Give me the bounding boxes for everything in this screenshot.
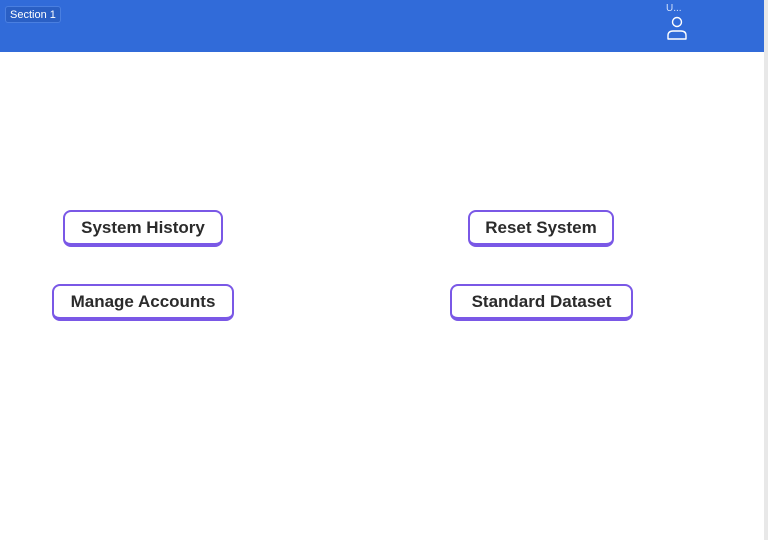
user-label: U... (666, 3, 682, 14)
user-menu[interactable]: U... (664, 2, 690, 42)
standard-dataset-button[interactable]: Standard Dataset (450, 284, 633, 321)
system-history-button[interactable]: System History (63, 210, 223, 247)
reset-system-button[interactable]: Reset System (468, 210, 614, 247)
top-bar: Section 1 U... (0, 0, 764, 52)
user-icon[interactable] (666, 16, 688, 47)
section-tag[interactable]: Section 1 (5, 6, 61, 23)
manage-accounts-button[interactable]: Manage Accounts (52, 284, 234, 321)
scrollbar-track[interactable] (764, 0, 768, 540)
app-page: Section 1 U... System History Reset Syst… (0, 0, 768, 540)
